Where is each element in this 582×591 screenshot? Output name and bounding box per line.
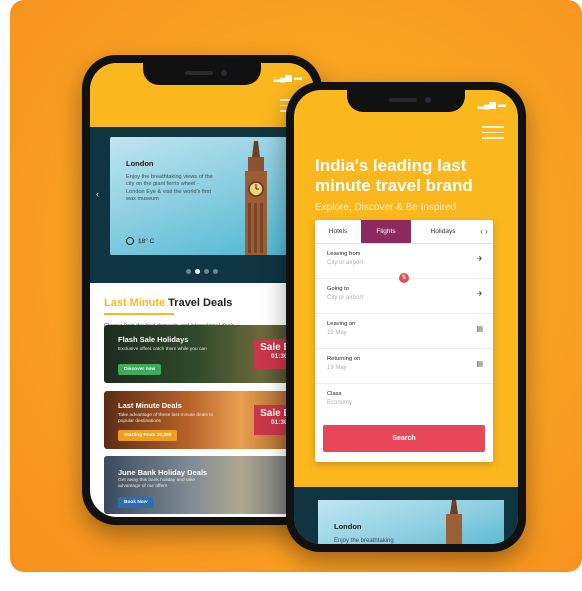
field-label: Leaving on	[327, 321, 356, 327]
chevron-left-icon[interactable]: ‹	[96, 189, 99, 199]
front-phone: ▂▄▆ ▬ India's leading last minute travel…	[286, 82, 526, 552]
headline: India's leading last minute travel brand	[315, 156, 473, 195]
deal-description: Take advantage of these last-minute deal…	[118, 413, 214, 424]
deal-description: Get away this bank holiday and take adva…	[118, 478, 196, 489]
sun-icon	[126, 237, 134, 245]
battery-icon: ▂▄▆ ▬	[477, 100, 506, 109]
tagline: Explore, Discover & Be Inspired	[315, 202, 457, 213]
destination-slider: ‹ London Enjoy the breathtaking views of…	[90, 127, 314, 283]
field-placeholder: 19 May	[327, 330, 347, 336]
deal-title: Flash Sale Holidays	[118, 335, 189, 344]
deal-card-bank-holiday[interactable]: June Bank Holiday Deals Get away this ba…	[104, 456, 314, 514]
discover-now-button[interactable]: Discover now	[118, 364, 162, 375]
slider-dot[interactable]	[204, 269, 209, 274]
phone-notch	[347, 90, 465, 112]
tab-holidays[interactable]: Holidays	[411, 220, 475, 243]
field-label: Leaving from	[327, 251, 361, 257]
field-label: Going to	[327, 286, 349, 292]
battery-icon: ▂▄▆ ▬	[273, 73, 302, 82]
deals-section-header: Last Minute Travel Deals Choose from the…	[90, 283, 314, 329]
tab-flights[interactable]: Flights	[361, 220, 411, 243]
plane-icon: ✈	[477, 256, 483, 263]
slider-dot[interactable]	[186, 269, 191, 274]
city-card[interactable]: London Enjoy the breathtaking views of t…	[110, 137, 306, 255]
search-tabs: Hotels Flights Holidays ‹ ›	[315, 220, 493, 244]
deals-title: Last Minute Travel Deals	[104, 297, 233, 309]
starting-from-button[interactable]: Starting From 20,000	[118, 430, 178, 441]
calendar-icon: ▤	[476, 361, 483, 368]
search-button[interactable]: Search	[323, 425, 485, 452]
deal-card-last-minute[interactable]: Last Minute Deals Take advantage of thes…	[104, 391, 314, 449]
city-card-preview[interactable]: London Enjoy the breathtaking	[318, 500, 504, 544]
field-placeholder: Economy	[327, 400, 353, 406]
temperature: 18° C	[126, 237, 154, 245]
plane-icon: ✈	[477, 291, 483, 298]
book-now-button[interactable]: Book Now	[118, 497, 154, 508]
menu-icon[interactable]	[482, 126, 504, 139]
deal-title: Last Minute Deals	[118, 401, 182, 410]
deal-title: June Bank Holiday Deals	[118, 468, 208, 477]
city-name: London	[126, 159, 154, 168]
field-label: Returning on	[327, 356, 361, 362]
field-placeholder: 19 May	[327, 365, 347, 371]
promo-background: ▂▄▆ ▬ ‹ London Enjoy the breathtaking vi…	[10, 0, 582, 572]
deal-description: Exclusive offers catch them while you ca…	[118, 347, 207, 352]
swap-icon[interactable]: ⇅	[399, 273, 409, 283]
field-placeholder: City or airport	[327, 260, 364, 266]
tab-scroll-arrows[interactable]: ‹ ›	[475, 220, 493, 243]
slider-dot-active[interactable]	[195, 269, 200, 274]
big-ben-illustration	[446, 500, 462, 544]
deal-card-flash-sale[interactable]: Flash Sale Holidays Exclusive offers cat…	[104, 325, 314, 383]
field-placeholder: City or airport	[327, 295, 364, 301]
tab-hotels[interactable]: Hotels	[315, 220, 361, 243]
back-phone-screen: ▂▄▆ ▬ ‹ London Enjoy the breathtaking vi…	[90, 63, 314, 517]
going-to-field[interactable]: Going to City or airport ✈	[315, 279, 493, 314]
slider-dots[interactable]	[186, 269, 218, 274]
city-description: Enjoy the breathtaking views of the city…	[126, 174, 213, 202]
city-description: Enjoy the breathtaking	[334, 538, 394, 544]
calendar-icon: ▤	[476, 326, 483, 333]
front-phone-screen: ▂▄▆ ▬ India's leading last minute travel…	[294, 90, 518, 544]
leaving-on-field[interactable]: Leaving on 19 May ▤	[315, 314, 493, 349]
field-label: Class	[327, 391, 342, 397]
temperature-value: 18° C	[138, 237, 155, 245]
class-field[interactable]: Class Economy	[315, 384, 493, 419]
city-name: London	[334, 522, 362, 531]
search-form: Hotels Flights Holidays ‹ › ⇅ Leaving fr…	[315, 220, 493, 462]
title-underline	[104, 313, 174, 315]
slider-dot[interactable]	[213, 269, 218, 274]
phone-notch	[143, 63, 261, 85]
returning-on-field[interactable]: Returning on 19 May ▤	[315, 349, 493, 384]
